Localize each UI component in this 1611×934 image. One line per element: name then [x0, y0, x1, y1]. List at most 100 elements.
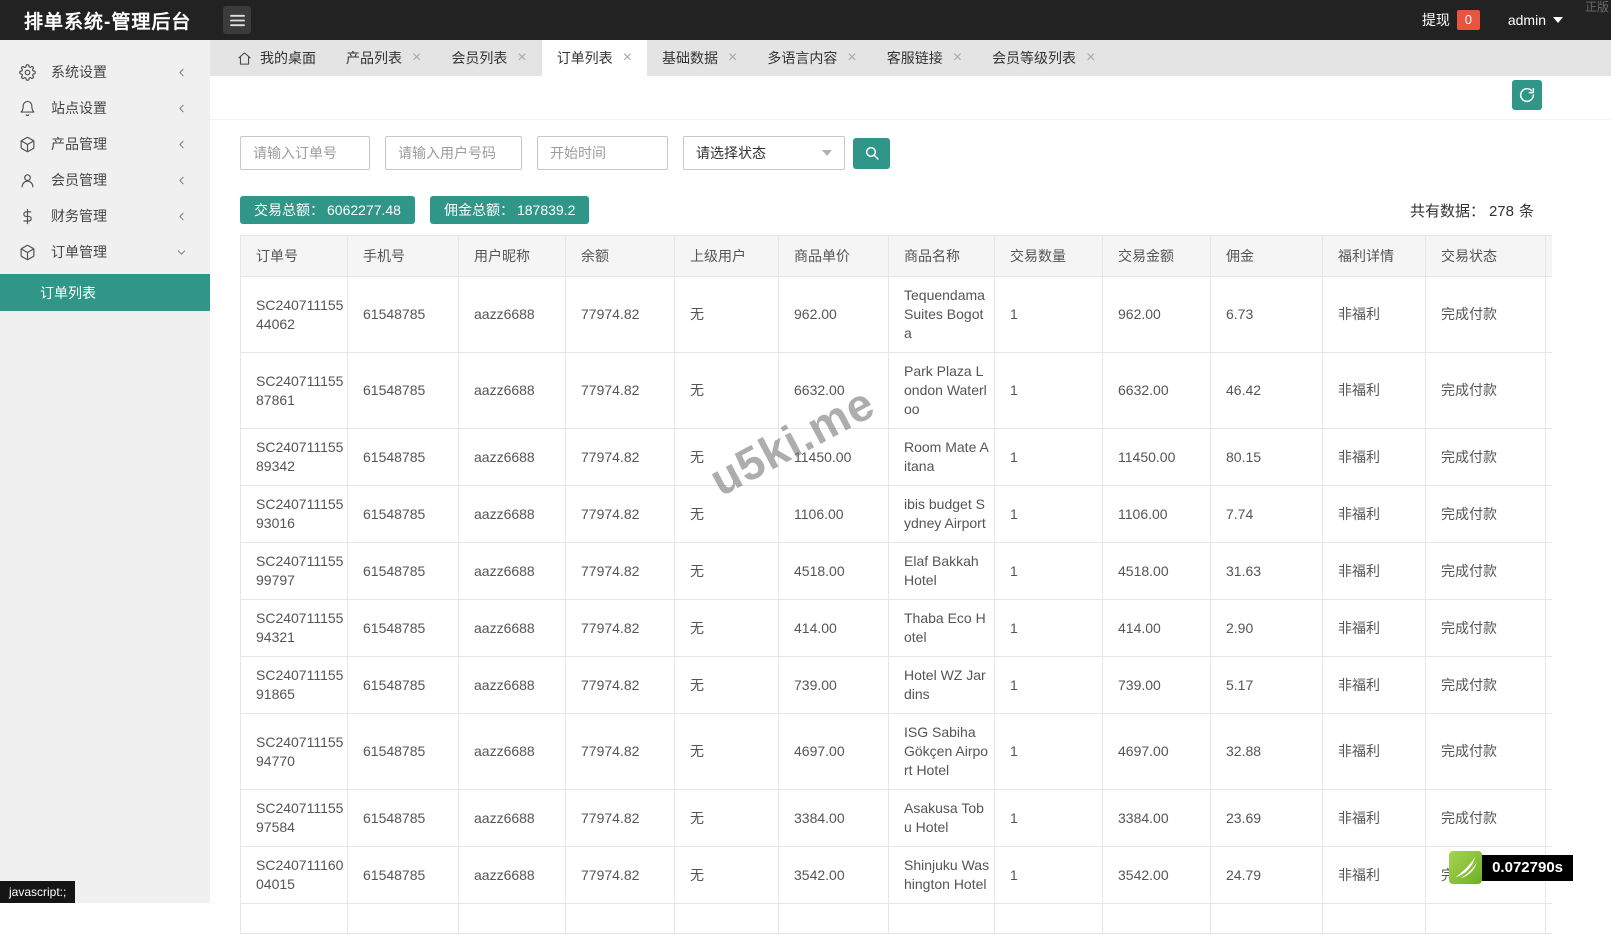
- column-header: 订单号: [240, 235, 348, 277]
- table-cell: ISG Sabiha Gökçen Airport Hotel: [888, 713, 995, 790]
- table-cell: 6632.00: [1102, 352, 1211, 429]
- status-bar-link-hint: javascript:;: [0, 881, 76, 903]
- table-cell: aazz6688: [458, 542, 566, 600]
- column-header: 交易数量: [994, 235, 1103, 277]
- tab-label: 产品列表: [346, 50, 402, 66]
- hamburger-icon: [229, 14, 245, 27]
- stats-row: 交易总额： 6062277.48 佣金总额： 187839.2 共有数据： 278 条: [240, 196, 1534, 224]
- user-icon: [19, 172, 36, 189]
- table-row: SC24071115589342 61548785 aazz6688 77974.82…: [240, 428, 1552, 486]
- table-cell: aazz6688: [458, 846, 566, 904]
- table-cell: SC24071115594321: [240, 599, 348, 657]
- sidebar-item-label: 会员管理: [51, 172, 107, 188]
- table-cell: 1: [994, 428, 1103, 486]
- table-cell: 1: [994, 846, 1103, 904]
- tab-label: 客服链接: [886, 50, 943, 66]
- home-icon: [237, 51, 252, 66]
- table-cell: aazz6688: [458, 352, 566, 429]
- table-cell: 24.79: [1210, 846, 1323, 904]
- table-cell: 1: [994, 542, 1103, 600]
- table-cell: 1: [994, 789, 1103, 847]
- menu-toggle-button[interactable]: [223, 6, 251, 34]
- table-cell: 23.69: [1210, 789, 1323, 847]
- withdraw-label: 提现: [1421, 12, 1450, 28]
- table-cell: 4518.00: [1102, 542, 1211, 600]
- sidebar-item-label: 产品管理: [51, 136, 107, 152]
- table-cell: 1: [994, 485, 1103, 543]
- table-cell: 61548785: [347, 846, 459, 904]
- table-row: SC24071115594770 61548785 aazz6688 77974.82…: [240, 713, 1552, 790]
- orders-table-wrap: 订单号 手机号 用户昵称 余额 上级用户 商品单价 商品名称 交易数量 交易金额 佣金 福利详情 交易…: [240, 235, 1552, 934]
- table-cell: 77974.82: [565, 789, 675, 847]
- tab-close-icon[interactable]: ×: [847, 50, 856, 66]
- table-cell: SC24071115594770: [240, 713, 348, 790]
- table-cell: [1545, 276, 1552, 353]
- sidebar-item-会员管理[interactable]: 会员管理: [0, 162, 210, 198]
- chevron-down-icon: [175, 246, 188, 259]
- sidebar-item-站点设置[interactable]: 站点设置: [0, 90, 210, 126]
- tab-close-icon[interactable]: ×: [953, 50, 962, 66]
- sidebar-subitem-订单列表[interactable]: 订单列表: [0, 274, 210, 311]
- refresh-button[interactable]: [1512, 80, 1542, 110]
- tab-订单列表[interactable]: 订单列表 ×: [541, 40, 648, 76]
- tab-close-icon[interactable]: ×: [623, 50, 632, 66]
- search-icon: [864, 145, 880, 161]
- order-no-input[interactable]: [240, 136, 370, 170]
- tab-我的桌面[interactable]: 我的桌面: [222, 40, 331, 76]
- table-cell: 77974.82: [565, 713, 675, 790]
- start-time-input[interactable]: [537, 136, 668, 170]
- table-cell: 2.90: [1210, 599, 1323, 657]
- table-cell: aazz6688: [458, 428, 566, 486]
- tab-close-icon[interactable]: ×: [1086, 50, 1095, 66]
- exec-time-badge: 0.072790s: [1482, 854, 1573, 881]
- table-cell: Park Plaza London Waterloo: [888, 352, 995, 429]
- withdraw-link[interactable]: 提现 0: [1422, 10, 1480, 30]
- tab-close-icon[interactable]: ×: [412, 50, 421, 66]
- table-cell: 完成付款: [1425, 276, 1546, 353]
- corner-watermark: 正版: [1584, 0, 1609, 14]
- table-cell: aazz6688: [458, 713, 566, 790]
- table-cell: 1106.00: [1102, 485, 1211, 543]
- status-select[interactable]: 请选择状态: [683, 136, 845, 170]
- table-cell: [1545, 903, 1552, 934]
- table-cell: aazz6688: [458, 485, 566, 543]
- tab-基础数据[interactable]: 基础数据 ×: [647, 40, 752, 76]
- table-cell: 非福利: [1322, 599, 1426, 657]
- table-cell: aazz6688: [458, 656, 566, 714]
- table-cell: [240, 903, 348, 934]
- table-cell: 61548785: [347, 352, 459, 429]
- search-button[interactable]: [853, 137, 890, 169]
- tab-多语言内容[interactable]: 多语言内容 ×: [752, 40, 871, 76]
- table-cell: [565, 903, 675, 934]
- sidebar-item-产品管理[interactable]: 产品管理: [0, 126, 210, 162]
- table-cell: 非福利: [1322, 276, 1426, 353]
- user-no-input[interactable]: [385, 136, 522, 170]
- table-cell: 77974.82: [565, 656, 675, 714]
- sidebar-item-系统设置[interactable]: 系统设置: [0, 54, 210, 90]
- tab-label: 基础数据: [662, 50, 719, 66]
- table-cell: 无: [674, 789, 779, 847]
- sidebar-item-财务管理[interactable]: 财务管理: [0, 198, 210, 234]
- table-cell: 3542.00: [778, 846, 889, 904]
- sidebar-item-订单管理[interactable]: 订单管理: [0, 234, 210, 270]
- tab-close-icon[interactable]: ×: [517, 50, 526, 66]
- table-cell: Thaba Eco Hotel: [888, 599, 995, 657]
- table-cell: aazz6688: [458, 599, 566, 657]
- table-cell: SC24071115593016: [240, 485, 348, 543]
- tab-产品列表[interactable]: 产品列表 ×: [331, 40, 436, 76]
- table-cell: 61548785: [347, 713, 459, 790]
- tab-label: 订单列表: [556, 50, 613, 66]
- column-header: 手机号: [347, 235, 459, 277]
- tab-close-icon[interactable]: ×: [728, 50, 737, 66]
- sidebar-item-label: 订单管理: [51, 244, 107, 260]
- tab-客服链接[interactable]: 客服链接 ×: [872, 40, 977, 76]
- top-header: 排单系统-管理后台 提现 0 admin 正版: [0, 0, 1611, 40]
- table-cell: 7.74: [1210, 485, 1323, 543]
- thinkphp-logo-icon[interactable]: [1449, 851, 1483, 884]
- user-menu[interactable]: admin: [1508, 12, 1563, 28]
- table-cell: 739.00: [778, 656, 889, 714]
- table-cell: 61548785: [347, 428, 459, 486]
- tab-会员列表[interactable]: 会员列表 ×: [436, 40, 541, 76]
- tab-会员等级列表[interactable]: 会员等级列表 ×: [977, 40, 1110, 76]
- table-cell: [888, 903, 995, 934]
